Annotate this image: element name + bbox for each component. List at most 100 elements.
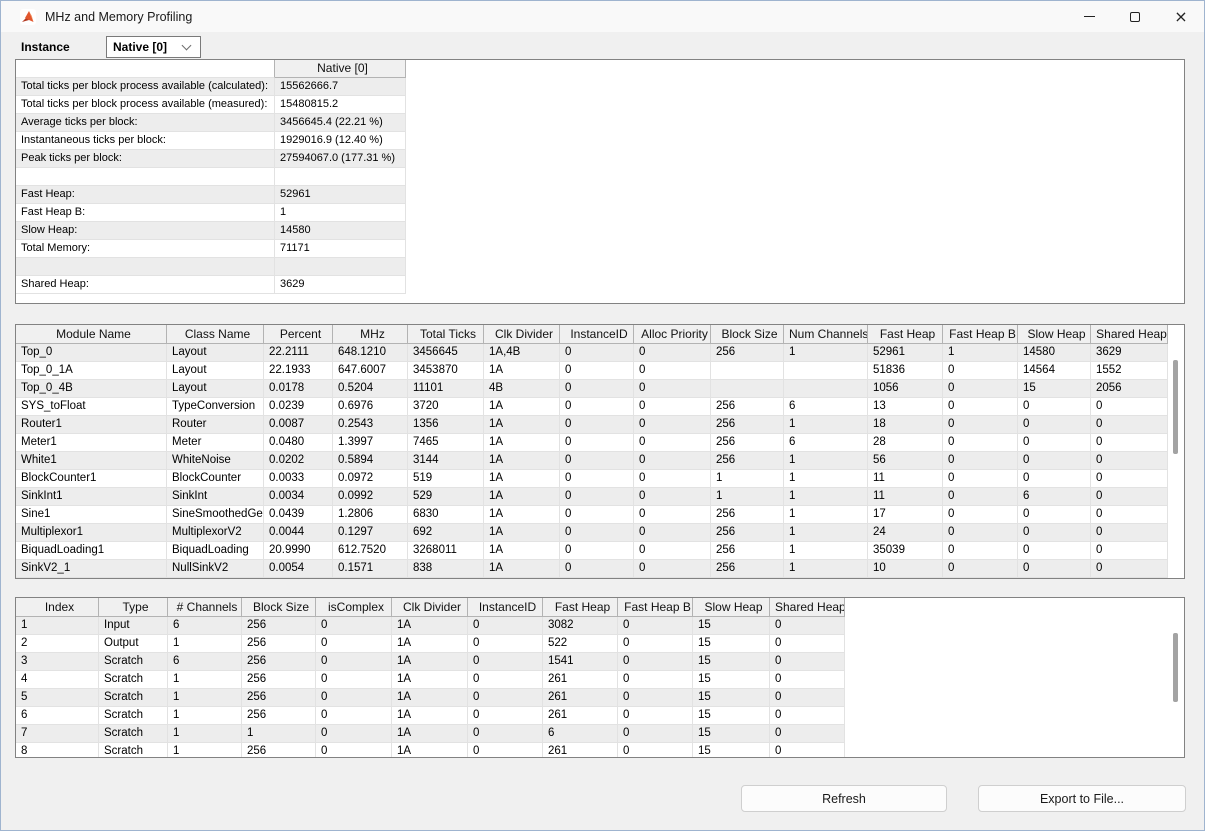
table-row[interactable]: Sine1SineSmoothedGen0.04391.280668301A00… bbox=[16, 506, 1168, 524]
table-cell: Sine1 bbox=[16, 506, 167, 524]
table-cell: 256 bbox=[242, 689, 316, 707]
table-cell: 256 bbox=[242, 635, 316, 653]
table-cell: 0 bbox=[316, 671, 392, 689]
table-cell: 0 bbox=[316, 689, 392, 707]
table-cell: 0 bbox=[618, 743, 693, 758]
refresh-button[interactable]: Refresh bbox=[741, 785, 947, 812]
table-cell: 0 bbox=[943, 470, 1018, 488]
table-cell: 15 bbox=[693, 671, 770, 689]
table-cell: 18 bbox=[868, 416, 943, 434]
export-to-file-button[interactable]: Export to File... bbox=[978, 785, 1186, 812]
table-cell: 4B bbox=[484, 380, 560, 398]
minimize-icon[interactable] bbox=[1066, 1, 1112, 32]
table-cell: 256 bbox=[711, 560, 784, 578]
column-header: Percent bbox=[264, 325, 333, 344]
table-cell: 256 bbox=[711, 506, 784, 524]
table-cell: 1A bbox=[392, 671, 468, 689]
table-cell: 0 bbox=[316, 707, 392, 725]
table-cell: 52961 bbox=[275, 186, 406, 204]
table-cell: 0 bbox=[943, 488, 1018, 506]
column-header: InstanceID bbox=[468, 598, 543, 617]
table-cell: 0 bbox=[560, 542, 634, 560]
table-cell: 0 bbox=[468, 635, 543, 653]
table-cell: 1A bbox=[392, 743, 468, 758]
table-row[interactable]: Top_0_1ALayout22.1933647.600734538701A00… bbox=[16, 362, 1168, 380]
table-row[interactable]: White1WhiteNoise0.02020.589431441A002561… bbox=[16, 452, 1168, 470]
maximize-icon[interactable] bbox=[1112, 1, 1158, 32]
table-row[interactable]: SinkV2_1NullSinkV20.00540.15718381A00256… bbox=[16, 560, 1168, 578]
table-row[interactable]: BlockCounter1BlockCounter0.00330.0972519… bbox=[16, 470, 1168, 488]
table-cell: 1A bbox=[484, 398, 560, 416]
table-cell: 14564 bbox=[1018, 362, 1091, 380]
table-row[interactable]: 4Scratch125601A02610150 bbox=[16, 671, 845, 689]
table-cell: SinkInt1 bbox=[16, 488, 167, 506]
summary-panel: Native [0]Total ticks per block process … bbox=[15, 59, 1185, 304]
table-cell: 0 bbox=[468, 707, 543, 725]
modules-scrollbar[interactable] bbox=[1173, 360, 1178, 454]
table-cell: 256 bbox=[711, 542, 784, 560]
table-cell: 15 bbox=[693, 743, 770, 758]
column-header: InstanceID bbox=[560, 325, 634, 344]
table-cell: 71171 bbox=[275, 240, 406, 258]
table-cell: 3629 bbox=[1091, 344, 1168, 362]
table-cell: 0 bbox=[560, 506, 634, 524]
table-cell: 0 bbox=[1018, 470, 1091, 488]
table-cell: 0 bbox=[560, 452, 634, 470]
table-cell: 28 bbox=[868, 434, 943, 452]
table-row[interactable]: 5Scratch125601A02610150 bbox=[16, 689, 845, 707]
table-cell: 0 bbox=[634, 344, 711, 362]
table-cell: 1A bbox=[392, 635, 468, 653]
table-cell: 0 bbox=[1018, 506, 1091, 524]
table-cell: 0 bbox=[770, 725, 845, 743]
table-cell: BlockCounter bbox=[167, 470, 264, 488]
table-cell: 15562666.7 bbox=[275, 78, 406, 96]
table-cell: 3268011 bbox=[408, 542, 484, 560]
modules-panel: Module NameClass NamePercentMHzTotal Tic… bbox=[15, 324, 1185, 579]
table-row[interactable]: SYS_toFloatTypeConversion0.02390.6976372… bbox=[16, 398, 1168, 416]
table-cell: 0 bbox=[1091, 542, 1168, 560]
table-row[interactable]: 3Scratch625601A015410150 bbox=[16, 653, 845, 671]
table-cell: 0 bbox=[1091, 560, 1168, 578]
buffers-scrollbar[interactable] bbox=[1173, 633, 1178, 702]
column-header: Native [0] bbox=[275, 60, 406, 78]
table-cell: 0 bbox=[560, 560, 634, 578]
table-cell: Total ticks per block process available … bbox=[16, 78, 275, 96]
table-row[interactable]: Top_0_4BLayout0.01780.5204111014B0010560… bbox=[16, 380, 1168, 398]
table-row[interactable]: 7Scratch1101A060150 bbox=[16, 725, 845, 743]
table-row[interactable]: 6Scratch125601A02610150 bbox=[16, 707, 845, 725]
table-row[interactable]: 1Input625601A030820150 bbox=[16, 617, 845, 635]
table-cell: 256 bbox=[242, 743, 316, 758]
table-cell: 0 bbox=[634, 452, 711, 470]
table-row[interactable]: 2Output125601A05220150 bbox=[16, 635, 845, 653]
table-cell: 1A bbox=[484, 506, 560, 524]
table-cell: 6 bbox=[168, 617, 242, 635]
modules-table: Module NameClass NamePercentMHzTotal Tic… bbox=[16, 325, 1168, 578]
table-cell: 15 bbox=[693, 689, 770, 707]
table-cell: 1A bbox=[392, 689, 468, 707]
table-cell: 7465 bbox=[408, 434, 484, 452]
instance-dropdown[interactable]: Native [0] bbox=[106, 36, 201, 58]
table-cell: 1.2806 bbox=[333, 506, 408, 524]
table-cell: SineSmoothedGen bbox=[167, 506, 264, 524]
table-cell: 0 bbox=[1018, 434, 1091, 452]
table-cell: White1 bbox=[16, 452, 167, 470]
table-cell: 261 bbox=[543, 707, 618, 725]
close-icon[interactable]: × bbox=[1158, 1, 1204, 32]
table-cell: 15 bbox=[693, 617, 770, 635]
table-row: Shared Heap:3629 bbox=[16, 276, 406, 294]
table-cell: 3144 bbox=[408, 452, 484, 470]
column-header: Block Size bbox=[711, 325, 784, 344]
table-row[interactable]: Meter1Meter0.04801.399774651A00256628000 bbox=[16, 434, 1168, 452]
table-row[interactable]: Router1Router0.00870.254313561A002561180… bbox=[16, 416, 1168, 434]
table-row[interactable]: Top_0Layout22.2111648.121034566451A,4B00… bbox=[16, 344, 1168, 362]
table-row[interactable]: 8Scratch125601A02610150 bbox=[16, 743, 845, 758]
table-row[interactable]: Multiplexor1MultiplexorV20.00440.1297692… bbox=[16, 524, 1168, 542]
table-row[interactable]: BiquadLoading1BiquadLoading20.9990612.75… bbox=[16, 542, 1168, 560]
table-cell: 256 bbox=[242, 653, 316, 671]
table-cell: Layout bbox=[167, 362, 264, 380]
table-row[interactable]: SinkInt1SinkInt0.00340.09925291A00111106… bbox=[16, 488, 1168, 506]
table-cell: 1A bbox=[392, 707, 468, 725]
table-cell: 1 bbox=[784, 524, 868, 542]
table-cell: 1A bbox=[484, 452, 560, 470]
table-cell: 15 bbox=[693, 635, 770, 653]
